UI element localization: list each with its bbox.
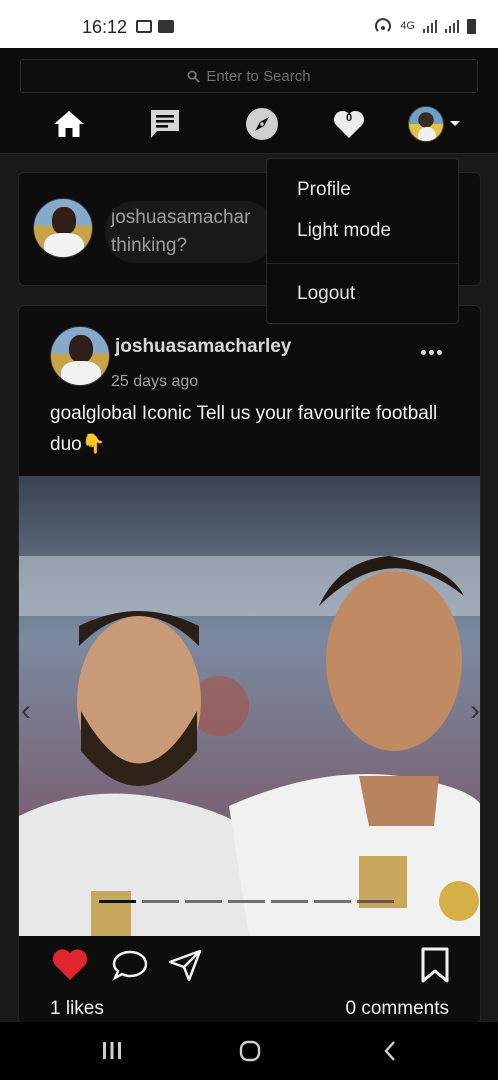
battery-icon	[467, 18, 476, 34]
youtube-icon	[158, 20, 174, 33]
signal-icon-2	[445, 19, 459, 33]
nav-home[interactable]	[51, 104, 87, 144]
app-header: Enter to Search 0	[0, 48, 498, 154]
nav-notifications[interactable]: 0	[332, 104, 366, 144]
carousel-dot[interactable]	[185, 900, 222, 903]
hotspot-icon	[375, 18, 392, 32]
carousel-dot[interactable]	[271, 900, 308, 903]
menu-divider	[267, 263, 458, 264]
post-photo	[19, 476, 480, 936]
share-icon[interactable]	[167, 948, 203, 982]
post-timestamp: 25 days ago	[111, 373, 199, 390]
system-nav-bar	[0, 1022, 498, 1080]
back-icon[interactable]	[380, 1039, 400, 1063]
search-placeholder: Enter to Search	[206, 67, 311, 85]
composer-input[interactable]: joshuasamachar thinking?	[105, 201, 275, 263]
avatar	[407, 106, 444, 142]
menu-item-profile[interactable]: Profile	[297, 179, 351, 201]
signal-icon	[423, 19, 437, 33]
status-time: 16:12	[82, 17, 128, 37]
network-type: 4G	[400, 20, 415, 32]
caret-down-icon	[449, 121, 460, 126]
carousel-indicators	[99, 900, 394, 903]
carousel-next-icon[interactable]: ›	[470, 694, 480, 728]
like-heart-icon[interactable]	[51, 948, 89, 982]
search-icon	[187, 70, 201, 83]
carousel-dot[interactable]	[357, 900, 394, 903]
menu-item-light-mode[interactable]: Light mode	[297, 220, 391, 242]
profile-menu-toggle[interactable]	[406, 104, 462, 144]
post-caption: goalglobal Iconic Tell us your favourite…	[50, 403, 438, 455]
bookmark-icon[interactable]	[419, 946, 451, 984]
carousel-dot[interactable]	[142, 900, 179, 903]
gallery-icon	[136, 20, 152, 33]
post-card: joshuasamacharley 25 days ago goalglobal…	[18, 305, 481, 1025]
recent-apps-icon[interactable]	[100, 1039, 124, 1061]
carousel-prev-icon[interactable]: ‹	[21, 694, 31, 728]
home-button-icon[interactable]	[238, 1039, 262, 1063]
nav-messages[interactable]	[147, 104, 183, 144]
home-icon	[54, 111, 84, 137]
main-nav: 0	[0, 104, 498, 144]
messages-icon	[151, 110, 179, 138]
notification-count: 0	[345, 112, 353, 124]
post-author-avatar[interactable]	[50, 326, 110, 386]
post-image[interactable]: ‹ ›	[19, 476, 480, 936]
search-input[interactable]: Enter to Search	[20, 59, 478, 93]
post-actions	[19, 944, 480, 984]
likes-count[interactable]: 1 likes	[50, 998, 104, 1020]
comments-count[interactable]: 0 comments	[346, 998, 449, 1020]
avatar	[33, 198, 93, 258]
carousel-dot[interactable]	[99, 900, 136, 903]
comment-icon[interactable]	[111, 948, 149, 982]
profile-dropdown-menu: Profile Light mode Logout	[266, 158, 459, 324]
carousel-dot[interactable]	[314, 900, 351, 903]
post-username[interactable]: joshuasamacharley	[115, 336, 291, 358]
menu-item-logout[interactable]: Logout	[297, 283, 355, 305]
nav-explore[interactable]	[244, 104, 280, 144]
carousel-dot[interactable]	[228, 900, 265, 903]
explore-icon	[246, 108, 278, 140]
status-bar: 16:12 4G	[0, 0, 498, 48]
more-options-icon[interactable]	[421, 350, 442, 355]
